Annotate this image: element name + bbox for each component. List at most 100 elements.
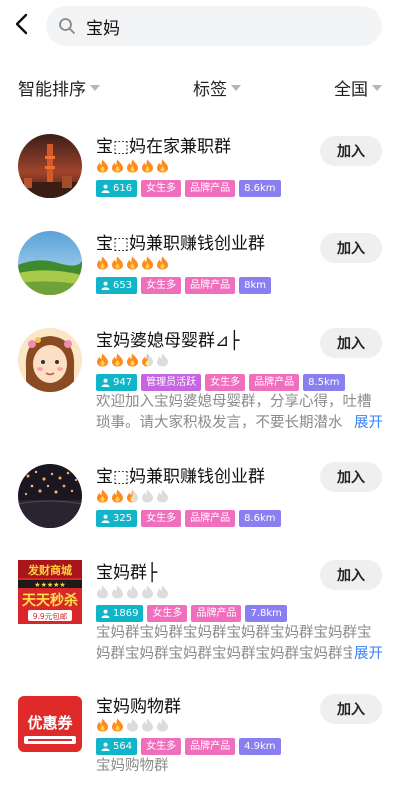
group-title: 宝妈婆媳母婴群⊿├ <box>96 331 240 351</box>
tag-badge: 女生多 <box>205 374 246 391</box>
group-description-text: 欢迎加入宝妈婆媳母婴群，分享心得，吐槽琐事。请大家积极发言，不要长期潜水 <box>96 394 372 431</box>
tag-badge: 女生多 <box>141 277 182 294</box>
tag-badge: 女生多 <box>141 510 182 527</box>
flame-icon <box>142 159 153 173</box>
flame-icon <box>97 489 108 503</box>
tag-row: 947 管理员活跃 女生多 品牌产品 8.5km <box>96 374 345 391</box>
member-count-badge: 564 <box>96 738 138 755</box>
group-avatar <box>18 328 82 392</box>
join-button[interactable]: 加入 <box>320 694 382 724</box>
tag-badge: 品牌产品 <box>185 180 236 197</box>
group-description-text: 宝妈群宝妈群宝妈群宝妈群宝妈群宝妈群宝妈群宝妈群宝妈群宝妈群宝妈群宝妈群宝妈 <box>96 625 372 662</box>
tag-badge: 品牌产品 <box>185 510 236 527</box>
member-count: 1869 <box>113 608 139 619</box>
member-count: 653 <box>113 280 133 291</box>
join-button[interactable]: 加入 <box>320 560 382 590</box>
group-avatar <box>18 134 82 198</box>
group-avatar: 发财商城 ★★★★★ 天天秒杀 9.9元包邮 <box>18 560 82 624</box>
avatar-text-sub: 9.9元包邮 <box>33 611 68 621</box>
flame-icon <box>97 256 108 270</box>
flame-icon <box>112 159 123 173</box>
flame-icon <box>142 489 153 503</box>
member-count: 564 <box>113 741 133 752</box>
member-count-badge: 1869 <box>96 605 144 622</box>
tag-row: 653 女生多 品牌产品 8km <box>96 277 271 294</box>
user-icon <box>101 514 110 523</box>
group-description: 欢迎加入宝妈婆媳母婴群，分享心得，吐槽琐事。请大家积极发言，不要长期潜水 <box>96 392 384 434</box>
user-icon <box>101 281 110 290</box>
join-button[interactable]: 加入 <box>320 328 382 358</box>
tag-row: 1869 女生多 品牌产品 7.8km <box>96 605 287 622</box>
group-list-item[interactable]: 宝⬚妈在家兼职群 616 女生多 品牌产品 8.6km 加入 <box>0 130 400 210</box>
dropdown-arrow-icon <box>372 85 382 91</box>
flame-icon <box>112 489 123 503</box>
flame-icon <box>127 718 138 732</box>
filter-sort[interactable]: 智能排序 <box>18 70 100 104</box>
group-avatar <box>18 231 82 295</box>
group-avatar: 优惠券 <box>18 692 82 756</box>
flame-icon <box>157 159 168 173</box>
filter-bar: 智能排序 标签 全国 <box>0 70 400 104</box>
tag-badge: 管理员活跃 <box>141 374 202 391</box>
group-title: 宝妈购物群 <box>96 697 181 717</box>
flame-icon <box>112 353 123 367</box>
flame-icon <box>127 585 138 599</box>
flame-icon <box>157 353 168 367</box>
expand-link[interactable]: 展开 <box>352 413 383 434</box>
group-avatar <box>18 464 82 528</box>
group-description-text: 宝妈购物群 <box>96 758 169 774</box>
member-count-badge: 325 <box>96 510 138 527</box>
group-title: 宝⬚妈兼职赚钱创业群 <box>96 234 266 254</box>
group-list-item[interactable]: 宝⬚妈兼职赚钱创业群 653 女生多 品牌产品 8km 加入 <box>0 227 400 307</box>
group-list-item[interactable]: 优惠券 宝妈购物群 564 女生多 品牌产品 4.9km 宝妈购物群 加入 <box>0 690 400 790</box>
member-count: 616 <box>113 183 133 194</box>
heat-rating <box>96 489 169 503</box>
flame-icon <box>97 159 108 173</box>
tag-badge: 女生多 <box>141 738 182 755</box>
filter-tags-label: 标签 <box>193 79 227 100</box>
group-title: 宝妈群├ <box>96 563 158 583</box>
flame-icon <box>97 585 108 599</box>
member-count: 947 <box>113 377 133 388</box>
filter-region[interactable]: 全国 <box>334 70 382 104</box>
tag-badge: 品牌产品 <box>185 738 236 755</box>
flame-icon <box>142 585 153 599</box>
distance-badge: 8.6km <box>239 180 281 197</box>
avatar-text-top: 发财商城 <box>27 563 72 577</box>
join-button[interactable]: 加入 <box>320 462 382 492</box>
filter-sort-label: 智能排序 <box>18 79 86 100</box>
flame-icon <box>157 256 168 270</box>
join-button[interactable]: 加入 <box>320 233 382 263</box>
distance-badge: 8.5km <box>303 374 345 391</box>
group-list-item[interactable]: 宝⬚妈兼职赚钱创业群 325 女生多 品牌产品 8.6km 加入 <box>0 460 400 540</box>
avatar-text-main: 优惠券 <box>27 714 73 732</box>
stars-icon: ★★★★★ <box>34 581 65 589</box>
heat-rating <box>96 353 169 367</box>
heat-rating <box>96 585 169 599</box>
flame-icon <box>157 489 168 503</box>
search-input[interactable]: 宝妈 <box>46 6 382 46</box>
flame-icon <box>127 353 138 367</box>
flame-icon <box>97 353 108 367</box>
member-count-badge: 616 <box>96 180 138 197</box>
flame-icon <box>112 718 123 732</box>
tag-row: 564 女生多 品牌产品 4.9km <box>96 738 281 755</box>
avatar-text-main: 天天秒杀 <box>22 592 78 609</box>
flame-icon <box>157 718 168 732</box>
filter-tags[interactable]: 标签 <box>193 70 241 104</box>
join-button[interactable]: 加入 <box>320 136 382 166</box>
back-icon[interactable] <box>8 10 36 38</box>
group-list-item[interactable]: 发财商城 ★★★★★ 天天秒杀 9.9元包邮 宝妈群├ 1869 女生多 品牌产… <box>0 556 400 676</box>
flame-icon <box>142 353 153 367</box>
distance-badge: 8.6km <box>239 510 281 527</box>
flame-icon <box>127 489 138 503</box>
filter-region-label: 全国 <box>334 79 368 100</box>
flame-icon <box>112 585 123 599</box>
group-title: 宝⬚妈兼职赚钱创业群 <box>96 467 266 487</box>
tag-badge: 品牌产品 <box>249 374 300 391</box>
member-count-badge: 947 <box>96 374 138 391</box>
heat-rating <box>96 718 169 732</box>
search-query: 宝妈 <box>86 18 120 39</box>
expand-link[interactable]: 展开 <box>352 644 383 665</box>
group-list-item[interactable]: 宝妈婆媳母婴群⊿├ 947 管理员活跃 女生多 品牌产品 8.5km 欢迎加入宝… <box>0 324 400 444</box>
